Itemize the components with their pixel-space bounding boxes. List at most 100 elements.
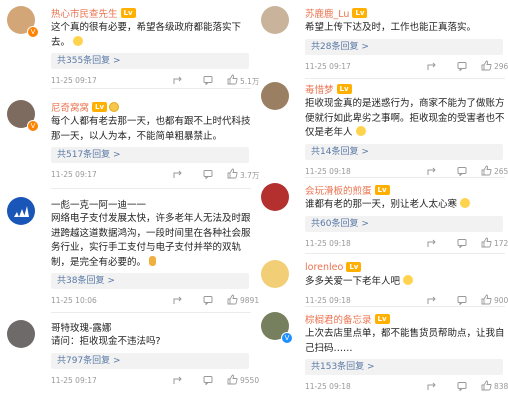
commenter-name[interactable]: 棕榈君的备忘录 — [305, 312, 372, 326]
like-count: 838 — [494, 382, 508, 391]
comment-meta: 11-25 09:17 2969 — [305, 60, 508, 74]
like-count: 3.7万 — [240, 171, 260, 180]
comment-meta: 11-25 09:17 9550 — [51, 374, 259, 388]
verified-badge-icon: V — [281, 332, 293, 344]
like-icon[interactable] — [481, 60, 492, 71]
divider — [305, 78, 505, 79]
commenter-name[interactable]: 一彪一克一阿一迪一一 — [51, 197, 146, 211]
verified-badge-icon: V — [27, 26, 39, 38]
comment-icon[interactable] — [457, 166, 467, 176]
thumb-emoji-icon — [149, 255, 157, 266]
replies-link[interactable]: 共28条回复 > — [305, 38, 503, 55]
level-badge-icon: Lv — [346, 262, 362, 272]
divider — [305, 253, 505, 254]
commenter-name[interactable]: 哥特玫瑰-露娜 — [51, 320, 111, 334]
replies-link[interactable]: 共38条回复 > — [51, 273, 249, 289]
emoji-icon — [73, 35, 84, 46]
level-badge-icon: Lv — [336, 84, 352, 94]
comment-icon[interactable] — [203, 375, 213, 385]
comment-text: 上次去店里点单，都不能售货员帮助点，让我自己扫码…… — [305, 328, 505, 354]
like-icon[interactable] — [481, 294, 492, 305]
comment-meta: 11-25 09:17 3.7万 — [51, 168, 259, 182]
like-icon[interactable] — [227, 374, 238, 385]
like-icon[interactable] — [227, 74, 238, 85]
comment-time: 11-25 09:17 — [51, 76, 97, 85]
comment-time: 11-25 09:18 — [305, 166, 351, 176]
like-icon[interactable] — [481, 165, 492, 176]
like-icon[interactable] — [481, 237, 492, 248]
replies-link[interactable]: 共14条回复 > — [305, 143, 503, 160]
replies-link[interactable]: 共60条回复 > — [305, 215, 503, 232]
avatar[interactable] — [261, 82, 289, 110]
share-icon[interactable] — [427, 238, 437, 248]
share-icon[interactable] — [427, 61, 437, 71]
level-badge-icon: Lv — [374, 185, 390, 195]
comment-icon[interactable] — [203, 169, 213, 179]
like-icon[interactable] — [227, 168, 238, 179]
share-icon[interactable] — [173, 375, 183, 385]
avatar[interactable] — [7, 320, 35, 348]
like-icon[interactable] — [481, 380, 492, 391]
share-icon[interactable] — [427, 166, 437, 176]
commenter-name[interactable]: 热心市民查先生 — [51, 6, 118, 20]
avatar[interactable] — [261, 183, 289, 211]
comment-meta: 11-25 09:18 838 — [305, 380, 508, 394]
comment-text: 谁都有老的那一天，别让老人太心寒 — [305, 198, 505, 213]
avatar[interactable] — [7, 197, 35, 225]
emoji-icon — [355, 126, 366, 136]
like-count: 2969 — [494, 61, 508, 71]
level-badge-icon: Lv — [120, 8, 136, 18]
share-icon[interactable] — [427, 381, 437, 391]
commenter-name[interactable]: 尼奇窝窝 — [51, 100, 89, 114]
comment-icon[interactable] — [203, 295, 213, 305]
comment-time: 11-25 09:18 — [305, 238, 351, 248]
replies-link[interactable]: 共517条回复 > — [51, 147, 249, 163]
share-icon[interactable] — [173, 169, 183, 179]
comment-time: 11-25 09:17 — [51, 375, 97, 385]
replies-link[interactable]: 共797条回复 > — [51, 352, 249, 369]
comment-icon[interactable] — [457, 295, 467, 305]
share-icon[interactable] — [427, 295, 437, 305]
level-badge-icon: Lv — [352, 8, 368, 18]
comment-text: 请问：拒收现金不违法吗? — [51, 336, 161, 347]
avatar[interactable] — [261, 6, 289, 34]
comment-icon[interactable] — [203, 75, 213, 85]
level-badge-icon: Lv — [92, 102, 108, 112]
like-count: 9550 — [240, 375, 260, 385]
comment-text: 每个人都有老去那一天，也都有跟不上时代科技那一天，以人为本，不能简单粗暴禁止。 — [51, 116, 251, 142]
avatar[interactable] — [261, 260, 289, 288]
level-badge-icon: Lv — [374, 314, 390, 324]
comment-time: 11-25 09:17 — [305, 61, 351, 71]
comment-icon[interactable] — [457, 238, 467, 248]
comment-text: 网络电子支付发展太快，许多老年人无法及时跟进跨越这道数据鸿沟，一段时间里在各种社… — [51, 213, 251, 268]
divider — [51, 312, 251, 313]
emoji-icon — [403, 275, 414, 285]
comment-text: 多多关爱一下老年人吧 — [305, 275, 505, 290]
comment-time: 11-25 09:17 — [51, 170, 97, 179]
commenter-name[interactable]: 毒惜梦 — [305, 82, 334, 96]
commenter-name[interactable]: 会玩滑板的煎蛋 — [305, 183, 372, 197]
verified-badge-icon: V — [27, 120, 39, 132]
like-count: 2655 — [494, 166, 508, 176]
commenter-name[interactable]: lorenleo — [305, 262, 343, 273]
like-icon[interactable] — [227, 294, 238, 305]
brand-logo-icon — [14, 206, 29, 217]
comment-feed: V 热心市民查先生 Lv 这个真的很有必要，希望各级政府都能落实下去。 共355… — [0, 0, 508, 405]
comment-text: 拒收现金真的是迷惑行为，商家不能为了做账方便就行如此卑劣之事啊。拒收现金的受害者… — [305, 98, 505, 138]
divider — [305, 177, 505, 178]
like-count: 1726 — [494, 238, 508, 248]
like-count: 5.1万 — [240, 77, 260, 86]
comment-icon[interactable] — [457, 381, 467, 391]
comment-meta: 11-25 09:17 5.1万 — [51, 74, 259, 88]
share-icon[interactable] — [173, 75, 183, 85]
replies-link[interactable]: 共153条回复 > — [305, 359, 503, 375]
share-icon[interactable] — [173, 295, 183, 305]
like-count: 900 — [494, 295, 508, 305]
comment-text: 希望上传下达及时，工作也能正真落实。 — [305, 22, 477, 33]
comment-icon[interactable] — [457, 61, 467, 71]
medal-icon — [109, 102, 120, 112]
comment-time: 11-25 10:06 — [51, 296, 97, 305]
commenter-name[interactable]: 苏鹿鹿_Lu — [305, 6, 349, 20]
comment-meta: 11-25 10:06 9891 — [51, 294, 259, 308]
replies-link[interactable]: 共355条回复 > — [51, 53, 249, 69]
